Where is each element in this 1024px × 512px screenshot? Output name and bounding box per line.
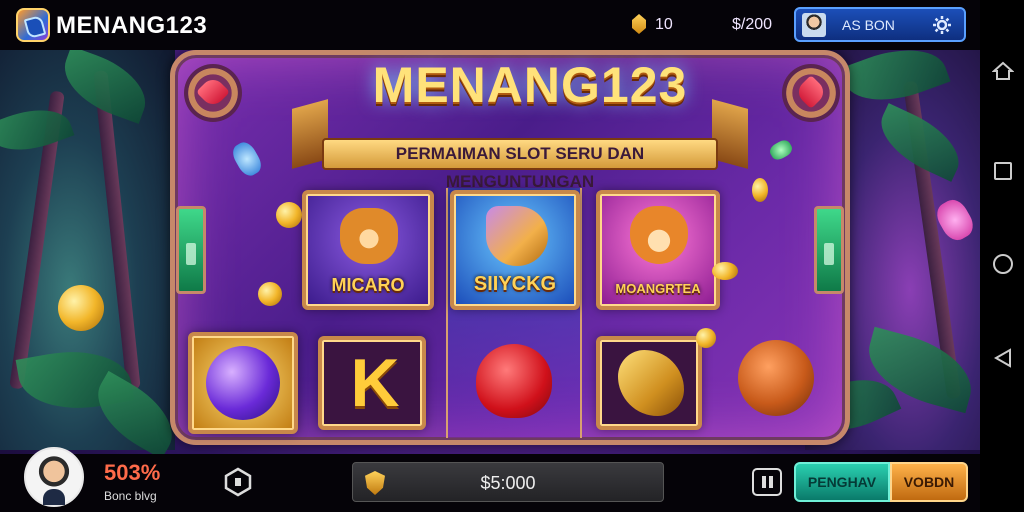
profile-button[interactable]: AS BON xyxy=(794,7,966,42)
tile-cat[interactable]: MICARO xyxy=(302,190,434,310)
system-nav-bar xyxy=(980,0,1024,512)
bet-amount-box[interactable]: $5:000 xyxy=(352,462,664,502)
floating-coin xyxy=(258,282,282,306)
deer-symbol xyxy=(618,350,684,416)
letter-k-symbol: K xyxy=(350,345,400,421)
tile-label: SIIYCKG xyxy=(473,273,557,295)
floating-coin xyxy=(276,202,302,228)
tile-label: MOANGRTEA xyxy=(615,281,701,296)
back-icon[interactable] xyxy=(992,347,1014,369)
shell-symbol xyxy=(486,206,548,266)
gear-icon[interactable] xyxy=(932,15,952,35)
hexagon-icon[interactable] xyxy=(224,467,252,497)
tile-fox[interactable]: MOANGRTEA xyxy=(596,190,720,310)
balance-value: $/200 xyxy=(732,16,773,33)
fox-symbol xyxy=(630,206,688,264)
pause-icon[interactable] xyxy=(752,468,782,496)
tile-letter[interactable]: K xyxy=(318,336,426,430)
coin-icon xyxy=(632,14,646,34)
heart-fruit-symbol[interactable] xyxy=(476,344,552,418)
player-avatar[interactable] xyxy=(24,447,84,507)
recents-icon[interactable] xyxy=(992,160,1014,182)
cat-symbol xyxy=(340,208,398,264)
floating-coin xyxy=(752,178,768,202)
brand-name: MENANG123 xyxy=(56,12,208,39)
floating-coin xyxy=(58,285,104,331)
side-panel-left[interactable] xyxy=(176,206,206,294)
nut-symbol[interactable] xyxy=(738,340,814,416)
favorite-right-button[interactable] xyxy=(782,64,840,122)
logo-icon[interactable] xyxy=(16,8,50,42)
tile-shell[interactable]: SIIYCKG xyxy=(450,190,580,310)
game-title: MENANG123 xyxy=(372,57,688,113)
side-panel-right[interactable] xyxy=(814,206,844,294)
tile-orb[interactable] xyxy=(188,332,298,434)
profile-name: AS BON xyxy=(842,17,895,33)
tile-label: MICARO xyxy=(331,275,405,295)
orb-symbol xyxy=(206,346,280,420)
avatar xyxy=(802,13,826,37)
top-bar: MENANG123 10 $/200 AS BON xyxy=(0,0,980,50)
jungle-left-scenery xyxy=(0,46,187,460)
tile-deer[interactable] xyxy=(596,336,702,430)
coin-count: 10 xyxy=(655,16,673,33)
floating-coin xyxy=(712,262,738,280)
favorite-left-button[interactable] xyxy=(184,64,242,122)
heart-icon xyxy=(794,75,828,109)
action-button-right[interactable]: VOBDN xyxy=(890,462,968,502)
heart-icon xyxy=(196,75,230,109)
floating-coin xyxy=(696,328,716,348)
game-subtitle: PERMAIMAN SLOT SERU DAN MENGUNTUNGAN xyxy=(322,138,718,191)
game-stage: MENANG123 PERMAIMAN SLOT SERU DAN MENGUN… xyxy=(0,0,980,512)
win-caption: Bonc blvg xyxy=(104,489,157,503)
win-percent: 503% xyxy=(104,460,161,485)
bet-amount: $5:000 xyxy=(480,473,536,493)
circle-home-icon[interactable] xyxy=(992,253,1014,275)
home-icon[interactable] xyxy=(991,60,1015,82)
action-button-left[interactable]: PENGHAV xyxy=(794,462,890,502)
